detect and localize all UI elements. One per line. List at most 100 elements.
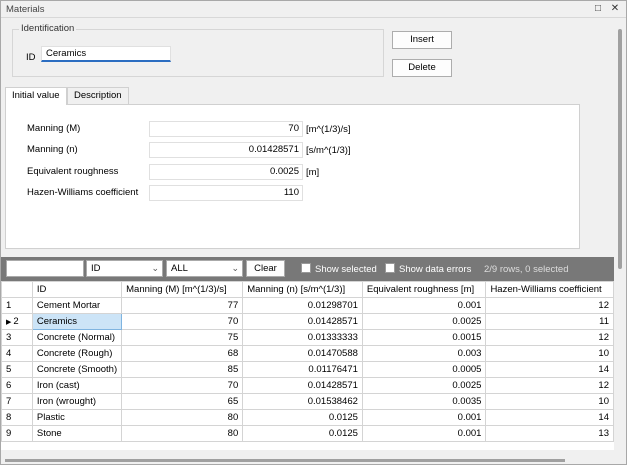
manning-n-cell[interactable]: 0.0125 bbox=[242, 409, 363, 426]
row-number-cell[interactable]: 7 bbox=[1, 393, 33, 410]
roughness-cell[interactable]: 0.0025 bbox=[361, 313, 487, 330]
manning-m-cell[interactable]: 77 bbox=[121, 297, 244, 314]
table-row[interactable]: ▶ 2 Ceramics 70 0.01428571 0.0025 11 bbox=[1, 313, 614, 330]
table-row[interactable]: 5 Concrete (Smooth) 85 0.01176471 0.0005 14 bbox=[1, 361, 614, 378]
restore-icon[interactable]: □ bbox=[592, 3, 604, 15]
manning-m-label: Manning (M) bbox=[27, 123, 81, 134]
hazen-williams-cell[interactable]: 12 bbox=[485, 377, 614, 394]
manning-m-cell[interactable]: 68 bbox=[121, 345, 244, 362]
hazen-williams-cell[interactable]: 13 bbox=[485, 425, 614, 442]
id-cell[interactable]: Iron (cast) bbox=[31, 377, 123, 394]
id-cell[interactable]: Concrete (Normal) bbox=[31, 329, 123, 346]
row-number-cell[interactable]: ▶ 2 bbox=[1, 313, 33, 330]
hazen-williams-label: Hazen-Williams coefficient bbox=[27, 187, 139, 198]
roughness-cell[interactable]: 0.0015 bbox=[361, 329, 487, 346]
delete-button[interactable]: Delete bbox=[392, 59, 452, 77]
column-header-id[interactable]: ID bbox=[31, 281, 123, 298]
column-header-roughness[interactable]: Equivalent roughness [m] bbox=[361, 281, 487, 298]
roughness-cell[interactable]: 0.001 bbox=[361, 409, 487, 426]
row-number-cell[interactable]: 9 bbox=[1, 425, 33, 442]
table-row[interactable]: 9 Stone 80 0.0125 0.001 13 bbox=[1, 425, 614, 442]
row-number-cell[interactable]: 6 bbox=[1, 377, 33, 394]
id-cell[interactable]: Cement Mortar bbox=[31, 297, 123, 314]
roughness-cell[interactable]: 0.0025 bbox=[361, 377, 487, 394]
manning-m-cell[interactable]: 65 bbox=[121, 393, 244, 410]
filter-scope-select[interactable]: ALL ⌄ bbox=[166, 260, 243, 277]
table-row[interactable]: 6 Iron (cast) 70 0.01428571 0.0025 12 bbox=[1, 377, 614, 394]
row-number-cell[interactable]: 3 bbox=[1, 329, 33, 346]
table-row[interactable]: 4 Concrete (Rough) 68 0.01470588 0.003 10 bbox=[1, 345, 614, 362]
hazen-williams-cell[interactable]: 11 bbox=[485, 313, 614, 330]
manning-m-cell[interactable]: 75 bbox=[121, 329, 244, 346]
roughness-unit: [m] bbox=[306, 167, 320, 178]
id-cell[interactable]: Concrete (Rough) bbox=[31, 345, 123, 362]
table-row[interactable]: 7 Iron (wrought) 65 0.01538462 0.0035 10 bbox=[1, 393, 614, 410]
tab-description[interactable]: Description bbox=[67, 87, 129, 104]
column-header-manning-n[interactable]: Manning (n) [s/m^(1/3)] bbox=[242, 281, 363, 298]
manning-n-cell[interactable]: 0.0125 bbox=[242, 425, 363, 442]
insert-button[interactable]: Insert bbox=[392, 31, 452, 49]
table-row[interactable]: 8 Plastic 80 0.0125 0.001 14 bbox=[1, 409, 614, 426]
manning-m-cell[interactable]: 80 bbox=[121, 425, 244, 442]
vertical-scrollbar[interactable] bbox=[615, 21, 625, 455]
row-number-cell[interactable]: 1 bbox=[1, 297, 33, 314]
row-number-cell[interactable]: 4 bbox=[1, 345, 33, 362]
id-cell[interactable]: Concrete (Smooth) bbox=[31, 361, 123, 378]
manning-m-field[interactable]: 70 bbox=[149, 121, 303, 137]
manning-m-cell[interactable]: 70 bbox=[121, 313, 244, 330]
row-number-cell[interactable]: 8 bbox=[1, 409, 33, 426]
filter-search-input[interactable] bbox=[6, 260, 84, 277]
manning-n-cell[interactable]: 0.01176471 bbox=[242, 361, 363, 378]
roughness-cell[interactable]: 0.003 bbox=[361, 345, 487, 362]
manning-m-cell[interactable]: 70 bbox=[121, 377, 244, 394]
hazen-williams-cell[interactable]: 12 bbox=[485, 297, 614, 314]
table-row[interactable]: 3 Concrete (Normal) 75 0.01333333 0.0015 12 bbox=[1, 329, 614, 346]
filter-field-select[interactable]: ID ⌄ bbox=[86, 260, 163, 277]
manning-n-unit: [s/m^(1/3)] bbox=[306, 145, 351, 156]
roughness-cell[interactable]: 0.001 bbox=[361, 425, 487, 442]
hazen-williams-cell[interactable]: 12 bbox=[485, 329, 614, 346]
filter-scope-value: ALL bbox=[171, 263, 188, 274]
roughness-cell[interactable]: 0.001 bbox=[361, 297, 487, 314]
title-bar: Materials □ ✕ bbox=[1, 1, 626, 18]
id-cell[interactable]: Ceramics bbox=[31, 313, 123, 330]
column-header-manning-m[interactable]: Manning (M) [m^(1/3)/s] bbox=[121, 281, 244, 298]
roughness-cell[interactable]: 0.0005 bbox=[361, 361, 487, 378]
roughness-cell[interactable]: 0.0035 bbox=[361, 393, 487, 410]
column-header-hazen-williams[interactable]: Hazen-Williams coefficient bbox=[485, 281, 614, 298]
show-selected-label: Show selected bbox=[315, 264, 377, 275]
close-icon[interactable]: ✕ bbox=[609, 3, 621, 15]
show-data-errors-label: Show data errors bbox=[399, 264, 472, 275]
id-cell[interactable]: Iron (wrought) bbox=[31, 393, 123, 410]
manning-m-cell[interactable]: 80 bbox=[121, 409, 244, 426]
hazen-williams-cell[interactable]: 14 bbox=[485, 409, 614, 426]
horizontal-scrollbar[interactable] bbox=[1, 450, 614, 464]
id-cell[interactable]: Plastic bbox=[31, 409, 123, 426]
show-data-errors-checkbox[interactable] bbox=[385, 263, 395, 273]
manning-n-cell[interactable]: 0.01333333 bbox=[242, 329, 363, 346]
manning-n-field[interactable]: 0.01428571 bbox=[149, 142, 303, 158]
id-cell[interactable]: Stone bbox=[31, 425, 123, 442]
hazen-williams-cell[interactable]: 14 bbox=[485, 361, 614, 378]
manning-n-cell[interactable]: 0.01538462 bbox=[242, 393, 363, 410]
id-input[interactable]: Ceramics bbox=[41, 46, 171, 62]
horizontal-scroll-thumb[interactable] bbox=[5, 459, 565, 462]
manning-n-cell[interactable]: 0.01298701 bbox=[242, 297, 363, 314]
table-row[interactable]: 1 Cement Mortar 77 0.01298701 0.001 12 bbox=[1, 297, 614, 314]
tab-initial-value[interactable]: Initial value bbox=[5, 87, 67, 105]
hazen-williams-cell[interactable]: 10 bbox=[485, 393, 614, 410]
manning-n-cell[interactable]: 0.01428571 bbox=[242, 313, 363, 330]
manning-m-cell[interactable]: 85 bbox=[121, 361, 244, 378]
hazen-williams-cell[interactable]: 10 bbox=[485, 345, 614, 362]
manning-n-cell[interactable]: 0.01428571 bbox=[242, 377, 363, 394]
roughness-field[interactable]: 0.0025 bbox=[149, 164, 303, 180]
row-number-cell[interactable]: 5 bbox=[1, 361, 33, 378]
show-selected-checkbox[interactable] bbox=[301, 263, 311, 273]
hazen-williams-field[interactable]: 110 bbox=[149, 185, 303, 201]
manning-m-unit: [m^(1/3)/s] bbox=[306, 124, 351, 135]
clear-button[interactable]: Clear bbox=[246, 260, 285, 277]
manning-n-cell[interactable]: 0.01470588 bbox=[242, 345, 363, 362]
materials-table: ID Manning (M) [m^(1/3)/s] Manning (n) [… bbox=[1, 281, 614, 442]
vertical-scroll-thumb[interactable] bbox=[618, 29, 622, 269]
chevron-down-icon: ⌄ bbox=[151, 263, 159, 273]
